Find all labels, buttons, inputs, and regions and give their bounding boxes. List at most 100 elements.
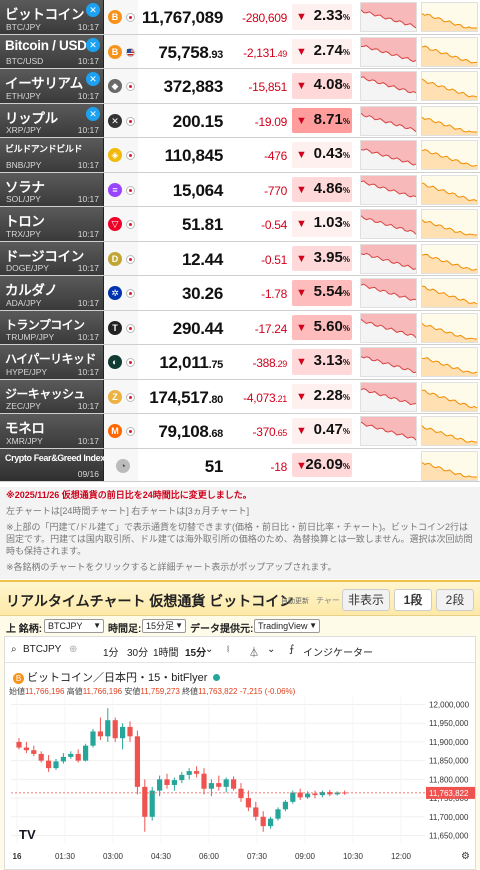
update-time: 10:17	[77, 125, 99, 135]
quote-row[interactable]: ドージコイン DOGE/JPY 10:17 D 12.44 -0.51 ▼ 3.95%	[0, 241, 480, 276]
coin-name-cell[interactable]: ソラナ SOL/JPY 10:17	[0, 172, 104, 206]
change-int: -476	[264, 149, 287, 163]
indicators-icon[interactable]: ⨍	[289, 644, 294, 655]
quote-row[interactable]: ソラナ SOL/JPY 10:17 ≡ 15,064 -770 ▼ 4.86%	[0, 172, 480, 207]
chart-24h-thumbnail[interactable]	[360, 36, 417, 67]
coin-name-cell[interactable]: カルダノ ADA/JPY 10:17	[0, 276, 104, 310]
chart-3m-thumbnail[interactable]	[421, 105, 478, 136]
x-share-icon[interactable]: ✕	[86, 106, 100, 121]
one-row-button[interactable]: 1段	[394, 589, 432, 611]
coin-pair: XRP/JPY	[6, 125, 42, 135]
coin-name: ビルドアンドビルド	[5, 144, 83, 154]
quote-row[interactable]: モネロ XMR/JPY 10:17 M 79,108.68 -370.65 ▼ 0.47%	[0, 414, 480, 449]
coin-name-cell[interactable]: ハイパーリキッド HYPE/JPY 10:17	[0, 345, 104, 379]
japan-flag-icon	[126, 82, 135, 91]
coin-name-cell[interactable]: ビルドアンドビルド BNB/JPY 10:17	[0, 138, 104, 172]
x-share-icon[interactable]: ✕	[86, 37, 100, 52]
quote-row[interactable]: トランプコイン TRUMP/JPY 10:17 T 290.44 -17.24 ▼ 5.60%	[0, 310, 480, 345]
fear-greed-name: Crypto Fear&Greed Index	[5, 452, 105, 463]
currency-note-text: ※上部の「円建て/ドル建て」で表示通貨を切替できます(価格・前日比・前日比率・チ…	[6, 522, 473, 556]
tf-1m-button[interactable]: 1分	[103, 644, 119, 659]
chart-3m-thumbnail[interactable]	[421, 416, 478, 446]
chart-24h-thumbnail[interactable]	[360, 105, 417, 136]
chart-3m-thumbnail[interactable]	[421, 312, 478, 343]
fear-greed-row[interactable]: Crypto Fear&Greed Index 09/16 ◔ 51 -18 ▼ 26.09…	[0, 448, 480, 482]
symbol-select[interactable]: BTCJPY ▼	[44, 619, 104, 633]
chart-type-icon[interactable]: ⏃	[249, 644, 259, 659]
tv-symbol[interactable]: BTCJPY	[23, 644, 61, 655]
chart-24h-thumbnail[interactable]	[360, 381, 417, 412]
chart-24h-thumbnail[interactable]	[360, 140, 417, 170]
chart-24h-thumbnail[interactable]	[360, 312, 417, 343]
price-int: 75,758	[158, 42, 209, 62]
coin-icon-cell: Z	[104, 379, 138, 413]
change: -17.24	[255, 322, 288, 336]
chart-24h-thumbnail[interactable]	[360, 71, 417, 101]
chart-3m-thumbnail[interactable]	[421, 140, 478, 170]
percent-value: 8.71	[313, 110, 343, 128]
percent-sign: %	[342, 185, 350, 195]
chart-3m-thumbnail[interactable]	[421, 174, 478, 205]
coin-name-cell[interactable]: Bitcoin / USD BTC/USD 10:17 ✕	[0, 34, 104, 68]
fear-greed-chart-thumbnail[interactable]	[421, 450, 478, 481]
chart-3m-thumbnail[interactable]	[421, 36, 478, 67]
tf-1h-button[interactable]: 1時間	[153, 644, 179, 659]
chart-24h-thumbnail[interactable]	[360, 278, 417, 308]
x-share-icon[interactable]: ✕	[86, 72, 100, 86]
chart-24h-thumbnail[interactable]	[360, 174, 417, 205]
tf-15m-button[interactable]: 15分	[185, 644, 206, 659]
coin-logo-icon: ◆	[108, 79, 122, 93]
chart-3m-thumbnail[interactable]	[421, 209, 478, 239]
chart-3m-thumbnail[interactable]	[421, 278, 478, 308]
percent-sign: %	[342, 392, 350, 402]
tradingview-widget[interactable]: ⌕ BTCJPY ⊕ 1分 30分 1時間 15分 ⌄ ⧙ ⏃ ⌄ ⨍ インジケ…	[4, 636, 476, 870]
chart-24h-thumbnail[interactable]	[360, 416, 417, 446]
quote-row[interactable]: イーサリアム ETH/JPY 10:17 ✕ ◆ 372,883 -15,851 ▼ 4.08%	[0, 69, 480, 104]
chart-3m-thumbnail[interactable]	[421, 381, 478, 412]
chart-3m-thumbnail[interactable]	[421, 2, 478, 32]
chart-24h-thumbnail[interactable]	[360, 243, 417, 274]
quote-row[interactable]: トロン TRX/JPY 10:17 ▽ 51.81 -0.54 ▼ 1.03%	[0, 207, 480, 242]
provider-select[interactable]: TradingView ▼	[254, 619, 320, 633]
chart-24h-thumbnail[interactable]	[360, 2, 417, 32]
coin-name-cell[interactable]: ドージコイン DOGE/JPY 10:17	[0, 241, 104, 275]
chart-24h-thumbnail[interactable]	[360, 347, 417, 377]
coin-name-cell[interactable]: トロン TRX/JPY 10:17	[0, 207, 104, 241]
coin-name-cell[interactable]: リップル XRP/JPY 10:17 ✕	[0, 103, 104, 137]
quote-row[interactable]: Bitcoin / USD BTC/USD 10:17 ✕ B 75,758.93 -2,1…	[0, 34, 480, 69]
quote-row[interactable]: ジーキャッシュ ZEC/JPY 10:17 Z 174,517.80 -4,073.21 ▼…	[0, 379, 480, 414]
hide-chart-button[interactable]: 非表示	[342, 589, 390, 611]
coin-name-cell[interactable]: ジーキャッシュ ZEC/JPY 10:17	[0, 379, 104, 413]
coin-name-cell[interactable]: トランプコイン TRUMP/JPY 10:17	[0, 310, 104, 344]
quote-row[interactable]: リップル XRP/JPY 10:17 ✕ ✕ 200.15 -19.09 ▼ 8.71%	[0, 103, 480, 138]
percent-badge: ▼ 2.28%	[292, 383, 352, 409]
bars-style-icon[interactable]: ⧙	[227, 644, 229, 655]
change-cell: -280,609	[227, 0, 290, 34]
candlestick-chart[interactable]: 12,000,000 11,950,000 11,900,000 11,850,000…	[5, 663, 475, 869]
indicators-button[interactable]: インジケーター	[303, 644, 373, 659]
coin-name-cell[interactable]: ビットコイン BTC/JPY 10:17 ✕	[0, 0, 104, 34]
quote-row[interactable]: ハイパーリキッド HYPE/JPY 10:17 ◐ 12,011.75 -388.29 ▼ 3…	[0, 345, 480, 380]
gear-icon[interactable]: ⚙	[461, 851, 470, 862]
tf-30m-button[interactable]: 30分	[127, 644, 148, 659]
timeframe-select[interactable]: 15分足 ▼	[142, 619, 186, 633]
chart-3m-thumbnail[interactable]	[421, 71, 478, 101]
coin-name-cell[interactable]: イーサリアム ETH/JPY 10:17 ✕	[0, 69, 104, 103]
chart-3m-thumbnail[interactable]	[421, 243, 478, 274]
sparkline	[421, 357, 478, 376]
quote-row[interactable]: ビットコイン BTC/JPY 10:17 ✕ B 11,767,089 -280,609 ▼ 2…	[0, 0, 480, 35]
chart-3m-thumbnail[interactable]	[421, 347, 478, 377]
price-int: 51.81	[181, 215, 223, 234]
percent-value: 3.95	[313, 248, 343, 266]
two-row-button[interactable]: 2段	[436, 589, 474, 611]
chevron-down-icon[interactable]: ⌄	[205, 644, 213, 655]
add-symbol-icon[interactable]: ⊕	[69, 644, 77, 655]
chart-24h-thumbnail[interactable]	[360, 209, 417, 239]
price-cell: 12.44	[138, 241, 227, 275]
chevron-down-icon[interactable]: ⌄	[267, 644, 275, 655]
coin-name-cell[interactable]: モネロ XMR/JPY 10:17	[0, 414, 104, 448]
x-share-icon[interactable]: ✕	[86, 3, 100, 17]
quote-row[interactable]: カルダノ ADA/JPY 10:17 ✲ 30.26 -1.78 ▼ 5.54%	[0, 276, 480, 311]
search-icon[interactable]: ⌕	[11, 644, 17, 655]
quote-row[interactable]: ビルドアンドビルド BNB/JPY 10:17 ◈ 110,845 -476 ▼ 0.43%	[0, 138, 480, 173]
